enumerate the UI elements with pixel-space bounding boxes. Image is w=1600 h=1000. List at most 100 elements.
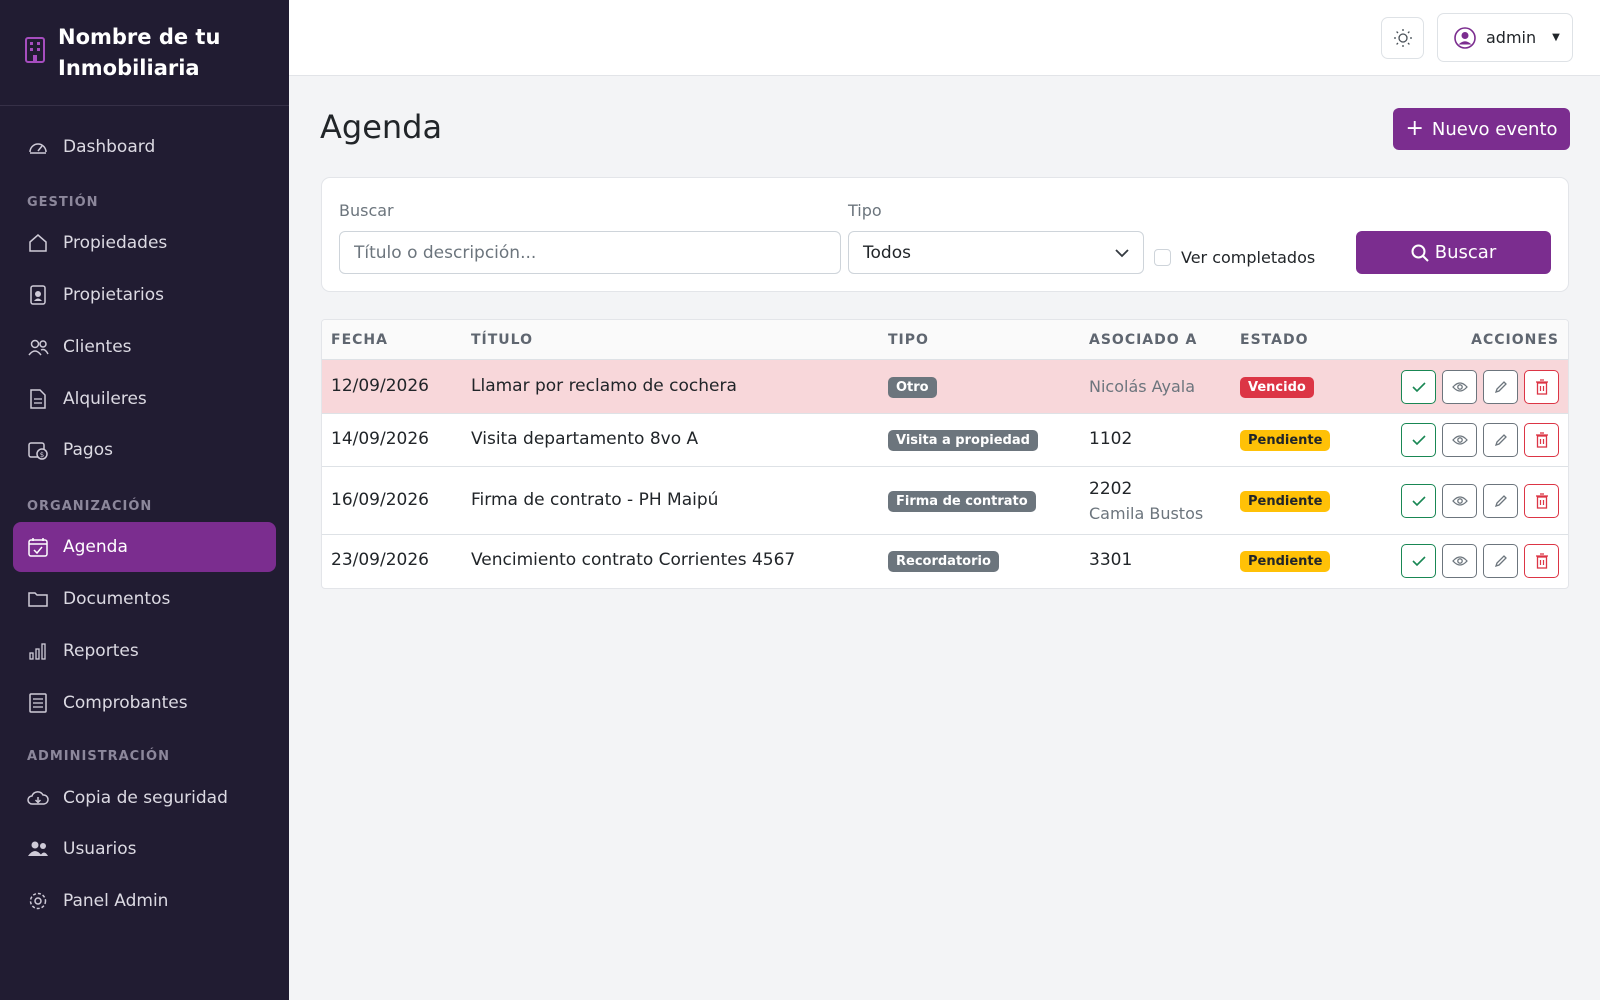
folder-icon bbox=[27, 588, 49, 610]
complete-button[interactable] bbox=[1401, 370, 1436, 404]
bar-chart-icon bbox=[27, 640, 49, 662]
type-badge: Visita a propiedad bbox=[888, 430, 1038, 451]
sidebar-item-reportes[interactable]: Reportes bbox=[13, 626, 276, 676]
view-button[interactable] bbox=[1442, 544, 1477, 578]
column-header-tipo[interactable]: TIPO bbox=[888, 332, 929, 348]
people-icon bbox=[27, 336, 49, 358]
sidebar-item-label: Documentos bbox=[63, 589, 171, 609]
eye-icon bbox=[1451, 382, 1468, 392]
section-label-organizacion: ORGANIZACIÓN bbox=[27, 499, 153, 514]
sidebar-item-documentos[interactable]: Documentos bbox=[13, 574, 276, 624]
view-button[interactable] bbox=[1442, 370, 1477, 404]
trash-icon bbox=[1535, 553, 1548, 569]
cell-asociado: 3301 bbox=[1089, 550, 1133, 570]
cell-fecha: 23/09/2026 bbox=[331, 550, 429, 570]
sidebar-item-label: Alquileres bbox=[63, 389, 147, 409]
trash-icon bbox=[1535, 432, 1548, 448]
theme-toggle-button[interactable] bbox=[1381, 17, 1424, 59]
cell-fecha: 16/09/2026 bbox=[331, 490, 429, 510]
complete-button[interactable] bbox=[1401, 423, 1436, 457]
type-label: Tipo bbox=[848, 201, 882, 220]
caret-down-icon: ▼ bbox=[1552, 32, 1560, 43]
new-event-button[interactable]: + Nuevo evento bbox=[1393, 108, 1570, 150]
person-badge-icon bbox=[27, 284, 49, 306]
sun-icon bbox=[1393, 29, 1412, 47]
cell-titulo: Visita departamento 8vo A bbox=[471, 429, 699, 449]
sidebar-item-panel-admin[interactable]: Panel Admin bbox=[13, 876, 276, 926]
show-completed-toggle[interactable]: Ver completados bbox=[1154, 248, 1315, 267]
column-header-estado[interactable]: ESTADO bbox=[1240, 332, 1308, 348]
status-badge: Vencido bbox=[1240, 377, 1314, 398]
cloud-download-icon bbox=[27, 787, 49, 809]
receipt-icon bbox=[27, 692, 49, 714]
brand[interactable]: Nombre de tu Inmobiliaria bbox=[0, 0, 289, 106]
table-row[interactable]: 16/09/2026 Firma de contrato - PH Maipú … bbox=[322, 467, 1568, 535]
sidebar-item-usuarios[interactable]: Usuarios bbox=[13, 824, 276, 874]
sidebar-item-label: Agenda bbox=[63, 537, 128, 557]
delete-button[interactable] bbox=[1524, 370, 1559, 404]
sidebar-item-agenda[interactable]: Agenda bbox=[13, 522, 276, 572]
cell-titulo: Llamar por reclamo de cochera bbox=[471, 376, 737, 396]
table-row[interactable]: 12/09/2026 Llamar por reclamo de cochera… bbox=[322, 360, 1568, 414]
section-label-gestion: GESTIÓN bbox=[27, 195, 99, 210]
filter-card: Buscar Tipo Todos Ver completados Buscar bbox=[321, 177, 1569, 292]
sidebar-item-label: Propiedades bbox=[63, 233, 168, 253]
complete-button[interactable] bbox=[1401, 544, 1436, 578]
sidebar-item-alquileres[interactable]: Alquileres bbox=[13, 374, 276, 424]
table-row[interactable]: 14/09/2026 Visita departamento 8vo A Vis… bbox=[322, 414, 1568, 467]
complete-button[interactable] bbox=[1401, 484, 1436, 518]
brand-name: Nombre de tu Inmobiliaria bbox=[58, 25, 221, 80]
delete-button[interactable] bbox=[1524, 544, 1559, 578]
check-icon bbox=[1411, 435, 1426, 446]
edit-button[interactable] bbox=[1483, 423, 1518, 457]
sidebar-item-clientes[interactable]: Clientes bbox=[13, 322, 276, 372]
user-menu-button[interactable]: admin ▼ bbox=[1437, 13, 1573, 62]
check-icon bbox=[1411, 382, 1426, 393]
check-icon bbox=[1411, 496, 1426, 507]
column-header-asociado[interactable]: ASOCIADO A bbox=[1089, 332, 1197, 348]
edit-button[interactable] bbox=[1483, 484, 1518, 518]
status-badge: Pendiente bbox=[1240, 491, 1331, 512]
show-completed-label: Ver completados bbox=[1181, 248, 1316, 267]
cell-asociado-sub: Camila Bustos bbox=[1089, 504, 1204, 523]
view-button[interactable] bbox=[1442, 484, 1477, 518]
table-row[interactable]: 23/09/2026 Vencimiento contrato Corrient… bbox=[322, 535, 1568, 588]
sidebar-item-comprobantes[interactable]: Comprobantes bbox=[13, 678, 276, 728]
view-button[interactable] bbox=[1442, 423, 1477, 457]
table-header: FECHA TÍTULO TIPO ASOCIADO A ESTADO ACCI… bbox=[322, 320, 1568, 360]
search-input[interactable] bbox=[339, 231, 841, 274]
trash-icon bbox=[1535, 493, 1548, 509]
delete-button[interactable] bbox=[1524, 423, 1559, 457]
sidebar-item-pagos[interactable]: $ Pagos bbox=[13, 425, 276, 475]
events-table: FECHA TÍTULO TIPO ASOCIADO A ESTADO ACCI… bbox=[321, 319, 1569, 589]
person-circle-icon bbox=[1454, 26, 1476, 49]
search-button[interactable]: Buscar bbox=[1356, 231, 1551, 274]
speedometer-icon bbox=[27, 136, 49, 158]
type-select-value: Todos bbox=[863, 242, 911, 263]
show-completed-checkbox[interactable] bbox=[1154, 249, 1171, 266]
sidebar-item-label: Dashboard bbox=[63, 137, 156, 157]
gear-icon bbox=[27, 890, 49, 912]
sidebar-item-label: Propietarios bbox=[63, 285, 164, 305]
cell-fecha: 12/09/2026 bbox=[331, 376, 429, 396]
page-title: Agenda bbox=[320, 108, 443, 146]
check-icon bbox=[1411, 556, 1426, 567]
search-label: Buscar bbox=[339, 201, 394, 220]
column-header-fecha[interactable]: FECHA bbox=[331, 332, 388, 348]
type-select[interactable]: Todos bbox=[848, 231, 1144, 274]
eye-icon bbox=[1451, 556, 1468, 566]
sidebar-item-copia-seguridad[interactable]: Copia de seguridad bbox=[13, 773, 276, 823]
sidebar-item-propiedades[interactable]: Propiedades bbox=[13, 218, 276, 268]
cell-titulo: Vencimiento contrato Corrientes 4567 bbox=[471, 550, 796, 570]
svg-text:$: $ bbox=[40, 451, 44, 459]
edit-button[interactable] bbox=[1483, 370, 1518, 404]
status-badge: Pendiente bbox=[1240, 551, 1331, 572]
edit-button[interactable] bbox=[1483, 544, 1518, 578]
sidebar-item-propietarios[interactable]: Propietarios bbox=[13, 270, 276, 320]
cell-asociado: 1102 bbox=[1089, 429, 1133, 449]
delete-button[interactable] bbox=[1524, 484, 1559, 518]
building-icon bbox=[25, 37, 45, 63]
sidebar-item-dashboard[interactable]: Dashboard bbox=[13, 122, 276, 172]
column-header-titulo[interactable]: TÍTULO bbox=[471, 332, 533, 348]
search-button-label: Buscar bbox=[1434, 242, 1497, 263]
